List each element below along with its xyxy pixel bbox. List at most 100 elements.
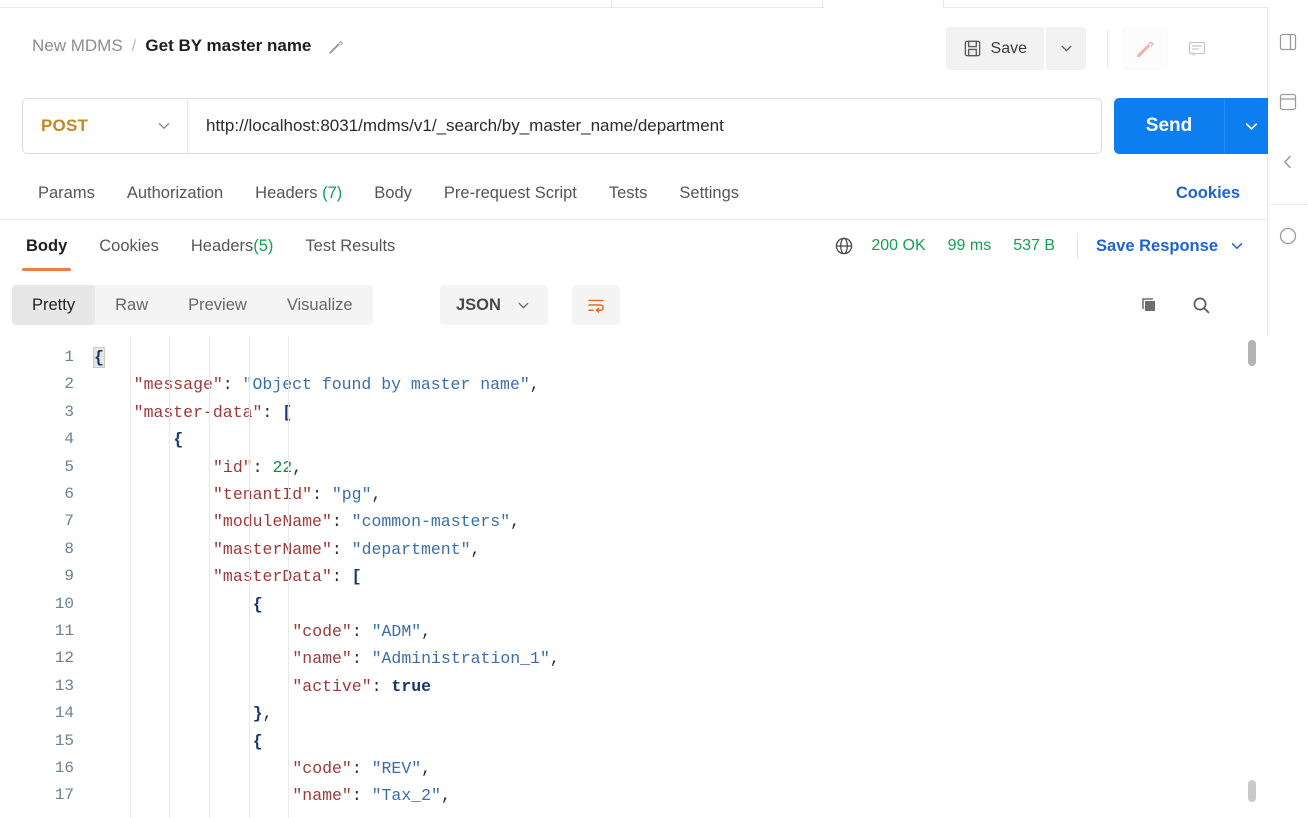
request-tab-body[interactable]: Body [358,184,428,203]
globe-icon[interactable] [833,235,855,257]
save-button-label: Save [991,40,1027,58]
code-token: "pg" [332,485,372,504]
response-tabs-list: Body Cookies Headers (5)Test Results [0,221,411,271]
code-token: : [372,677,392,696]
circle-icon[interactable] [1272,220,1304,252]
code-line: "code": "REV", [292,755,431,782]
send-button[interactable]: Send [1114,98,1224,154]
page-title: Get BY master name [145,36,311,56]
code-token: : [332,512,352,531]
code-token: : [352,649,372,668]
code-token: } [253,704,263,723]
code-token: : [352,622,372,641]
layout-sidebar-icon[interactable] [1272,26,1304,58]
code-token: true [391,677,431,696]
response-tab-cookies[interactable]: Cookies [83,221,175,271]
tab-label: Headers [255,184,317,202]
pencil-icon[interactable] [327,37,346,56]
format-preview[interactable]: Preview [168,285,267,325]
code-line: "name": "Tax_2", [292,782,450,809]
code-token: "masterData" [213,567,332,586]
format-raw[interactable]: Raw [95,285,168,325]
request-tab-tests[interactable]: Tests [593,184,664,203]
code-token: "department" [352,540,471,559]
code-line: { [253,591,263,618]
edit-request-pencil-icon[interactable] [1122,27,1168,70]
vertical-scrollbar[interactable] [1248,336,1256,818]
cookies-link[interactable]: Cookies [1176,184,1240,203]
code-token: "code" [292,622,351,641]
code-token: "name" [292,649,351,668]
tab-label: Body [26,237,67,256]
scrollbar-thumb[interactable] [1248,340,1256,366]
language-select[interactable]: JSON [440,285,548,325]
copy-icon[interactable] [1132,285,1166,325]
wrap-text-icon[interactable] [572,285,620,325]
line-number: 9 [14,563,74,590]
scrollbar-thumb-bottom[interactable] [1248,780,1256,802]
format-visualize[interactable]: Visualize [267,285,373,325]
code-line: }, [253,700,273,727]
code-token: { [94,348,104,367]
response-tab-headers[interactable]: Headers (5) [175,221,290,271]
request-tab-pre-request-script[interactable]: Pre-request Script [428,184,593,203]
request-tab-settings[interactable]: Settings [663,184,755,203]
response-time: 99 ms [948,237,992,255]
code-token: "REV" [372,759,422,778]
request-tab-params[interactable]: Params [22,184,111,203]
search-icon[interactable] [1184,285,1218,325]
request-tab-headers[interactable]: Headers (7) [239,184,358,203]
save-response-button[interactable]: Save Response [1096,237,1246,256]
code-line: "code": "ADM", [292,618,431,645]
request-tabs-list: ParamsAuthorizationHeaders (7) Body Pre-re… [0,184,755,203]
code-token: "masterName" [213,540,332,559]
request-tab-authorization[interactable]: Authorization [111,184,239,203]
code-token: , [530,375,540,394]
code-token: [ [352,567,362,586]
request-tab-bar: ParamsAuthorizationHeaders (7) Body Pre-re… [0,168,1268,220]
response-status-bar: 200 OK 99 ms 537 B Save Response [833,220,1246,272]
browser-tab-strip [0,0,1308,8]
response-actions [1132,285,1218,325]
code-token: : [332,567,352,586]
code-line: "tenantId": "pg", [213,481,381,508]
save-options-chevron-down-icon[interactable] [1046,27,1086,70]
format-segmented-control: PrettyRawPreviewVisualize [12,285,373,325]
tab-label: Cookies [99,237,159,256]
code-token: "ADM" [372,622,422,641]
code-token: "name" [292,786,351,805]
line-number: 13 [14,673,74,700]
code-token: , [471,540,481,559]
line-number: 1 [14,344,74,371]
code-line: "moduleName": "common-masters", [213,508,520,535]
code-token: , [550,649,560,668]
save-button-group: Save [946,27,1086,70]
toolbar-divider [1107,30,1108,68]
code-token: : [262,403,282,422]
http-method-select[interactable]: POST [23,99,188,153]
code-token: : [253,458,273,477]
method-chevron-down-icon [155,117,173,135]
code-line: "name": "Administration_1", [292,645,559,672]
url-bar-row: POST Send [0,90,1268,164]
response-body-editor[interactable]: 1234567891011121314151617 {"message": "O… [0,336,1268,818]
line-number: 6 [14,481,74,508]
code-line: { [173,426,183,453]
response-tab-test-results[interactable]: Test Results [289,221,411,271]
panel-icon[interactable] [1272,86,1304,118]
code-line: { [94,344,104,371]
format-pretty[interactable]: Pretty [12,285,95,325]
breadcrumb-collection[interactable]: New MDMS [32,36,123,56]
save-button[interactable]: Save [946,27,1044,70]
response-tab-body[interactable]: Body [10,221,83,271]
right-sidebar [1268,8,1308,818]
chevron-left-icon[interactable] [1272,146,1304,178]
tab-label: Body [374,184,412,202]
code-content[interactable]: {"message": "Object found by master name… [88,336,1238,818]
url-input[interactable] [188,99,1101,153]
code-token: : [312,485,332,504]
comment-icon[interactable] [1174,27,1220,70]
line-number: 4 [14,426,74,453]
code-token: "id" [213,458,253,477]
http-method-label: POST [41,116,88,136]
